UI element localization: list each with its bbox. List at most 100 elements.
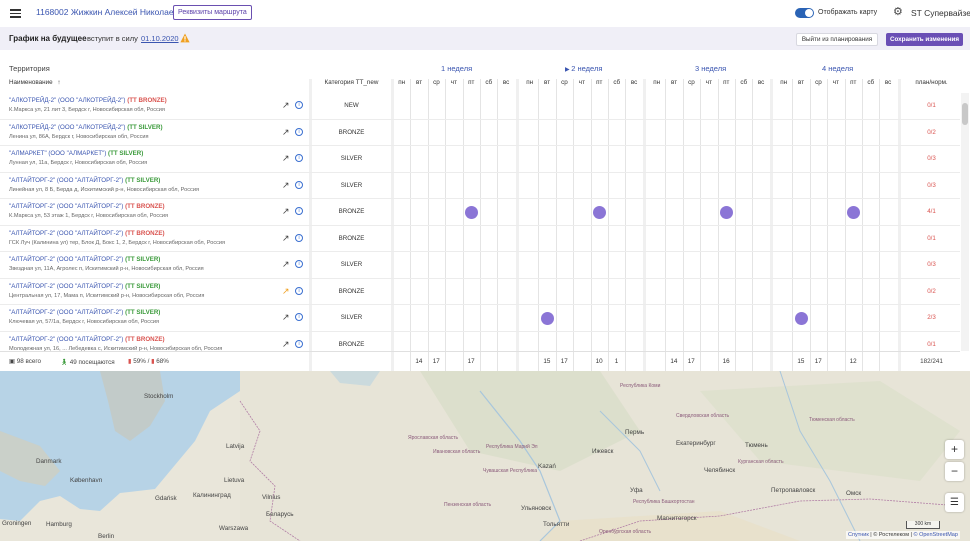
user-name[interactable]: 1168002 Жижкин Алексей Николаевич bbox=[36, 7, 187, 17]
info-icon[interactable]: i bbox=[295, 339, 303, 348]
name-column-header[interactable]: Наименование ↑ bbox=[9, 79, 61, 93]
outlet-name[interactable]: "АЛТАЙТОРГ-2" (ООО "АЛТАЙТОРГ-2") (ТТ SI… bbox=[9, 256, 160, 263]
map-panel[interactable]: Stockholm Latvija Danmark København Lietuva К… bbox=[0, 371, 970, 541]
outlet-tier-tag: (ТТ SILVER) bbox=[108, 150, 144, 157]
week-label-3[interactable]: 3 неделя bbox=[695, 64, 726, 73]
plan-cell: 0/2 bbox=[927, 287, 936, 295]
outlet-address: К.Маркса ул, 53 этаж 1, Бердск г, Новоси… bbox=[9, 213, 169, 219]
outlet-name[interactable]: "АЛТАЙТОРГ-2" (ООО "АЛТАЙТОРГ-2") (ТТ BR… bbox=[9, 230, 165, 237]
open-arrow-icon[interactable]: ↗ bbox=[282, 286, 290, 296]
info-icon[interactable]: i bbox=[295, 101, 303, 109]
total-label: 98 всего bbox=[16, 358, 42, 365]
grid-scrollbar[interactable] bbox=[961, 93, 969, 351]
info-icon[interactable]: i bbox=[295, 286, 303, 295]
category-cell[interactable]: SILVER bbox=[312, 155, 391, 162]
map-scale: 300 km bbox=[906, 521, 940, 529]
open-arrow-icon[interactable]: ↗ bbox=[282, 313, 290, 322]
outlet-name[interactable]: "АЛТАЙТОРГ-2" (ООО "АЛТАЙТОРГ-2") (ТТ BR… bbox=[9, 336, 165, 343]
save-changes-button[interactable]: Сохранить изменения bbox=[886, 33, 963, 46]
attribution-sputnik[interactable]: Спутник bbox=[848, 532, 869, 538]
plan-cell: 0/1 bbox=[927, 340, 936, 348]
open-arrow-icon[interactable]: ↗ bbox=[282, 101, 290, 110]
category-cell[interactable]: SILVER bbox=[312, 182, 391, 189]
map-city-label: Lietuva bbox=[224, 477, 245, 484]
table-row[interactable]: "АЛМАРКЕТ" (ООО "АЛМАРКЕТ") (ТТ SILVER) Л… bbox=[0, 146, 960, 173]
info-icon[interactable]: i bbox=[295, 313, 303, 321]
table-row[interactable]: "АЛТАЙТОРГ-2" (ООО "АЛТАЙТОРГ-2") (ТТ BR… bbox=[0, 199, 960, 226]
outlet-name[interactable]: "АЛТАЙТОРГ-2" (ООО "АЛТАЙТОРГ-2") (ТТ SI… bbox=[9, 309, 160, 316]
outlet-name[interactable]: "АЛКОТРЕЙД-2" (ООО "АЛКОТРЕЙД-2") (ТТ SI… bbox=[9, 124, 163, 131]
table-row[interactable]: "АЛКОТРЕЙД-2" (ООО "АЛКОТРЕЙД-2") (ТТ SI… bbox=[0, 120, 960, 146]
open-arrow-icon[interactable]: ↗ bbox=[282, 260, 290, 269]
open-arrow-icon[interactable]: ↗ bbox=[282, 339, 290, 349]
category-cell[interactable]: BRONZE bbox=[312, 208, 391, 215]
day-header: пн bbox=[653, 79, 661, 86]
gear-icon[interactable]: ⚙ bbox=[893, 7, 903, 18]
outlet-name[interactable]: "АЛТАЙТОРГ-2" (ООО "АЛТАЙТОРГ-2") (ТТ SI… bbox=[9, 283, 160, 290]
attribution-osm[interactable]: © OpenStreetMap bbox=[913, 532, 957, 538]
visit-dot[interactable] bbox=[719, 206, 733, 219]
table-row[interactable]: "АЛКОТРЕЙД-2" (ООО "АЛКОТРЕЙД-2") (ТТ BR… bbox=[0, 93, 960, 120]
plan-cell: 2/3 bbox=[927, 314, 936, 321]
category-cell[interactable]: BRONZE bbox=[312, 129, 391, 136]
map-city-label: Vilnius bbox=[262, 494, 281, 501]
outlet-name[interactable]: "АЛТАЙТОРГ-2" (ООО "АЛТАЙТОРГ-2") (ТТ SI… bbox=[9, 177, 160, 184]
info-icon[interactable]: i bbox=[295, 233, 303, 242]
visit-dot[interactable] bbox=[846, 206, 860, 219]
visit-dot[interactable] bbox=[540, 312, 554, 325]
category-cell[interactable]: SILVER bbox=[312, 261, 391, 268]
map-region-label: Республика Башкортостан bbox=[633, 499, 695, 505]
plan-cell: 0/3 bbox=[927, 261, 936, 268]
visited-count: 🚶︎ 49 посещаются bbox=[60, 358, 115, 366]
open-arrow-icon[interactable]: ↗ bbox=[282, 180, 290, 190]
table-row[interactable]: "АЛТАЙТОРГ-2" (ООО "АЛТАЙТОРГ-2") (ТТ BR… bbox=[0, 226, 960, 252]
info-icon[interactable]: i bbox=[295, 180, 303, 189]
table-row[interactable]: "АЛТАЙТОРГ-2" (ООО "АЛТАЙТОРГ-2") (ТТ SI… bbox=[0, 173, 960, 199]
map-city-label: Danmark bbox=[36, 458, 62, 465]
category-cell[interactable]: SILVER bbox=[312, 314, 391, 321]
user-role[interactable]: ST Супервайзер bbox=[911, 8, 970, 18]
route-details-button[interactable]: Реквизиты маршрута bbox=[173, 5, 252, 20]
week-label-4[interactable]: 4 неделя bbox=[822, 64, 853, 73]
day-header: сб bbox=[485, 79, 493, 86]
info-icon[interactable]: i bbox=[295, 154, 303, 162]
outlet-name[interactable]: "АЛКОТРЕЙД-2" (ООО "АЛКОТРЕЙД-2") (ТТ BR… bbox=[9, 97, 167, 104]
open-arrow-icon[interactable]: ↗ bbox=[282, 127, 290, 137]
map-city-label: Пермь bbox=[625, 429, 645, 436]
open-arrow-icon[interactable]: ↗ bbox=[282, 207, 290, 216]
day-header: пт bbox=[468, 79, 475, 86]
outlet-name[interactable]: "АЛМАРКЕТ" (ООО "АЛМАРКЕТ") (ТТ SILVER) bbox=[9, 150, 143, 157]
coverage-percent: ▮ 59% / ▮ 68% bbox=[128, 358, 169, 365]
category-cell[interactable]: BRONZE bbox=[312, 288, 391, 295]
week-label-2[interactable]: ▶ 2 неделя bbox=[565, 64, 602, 73]
layers-button[interactable]: ☰ bbox=[945, 493, 964, 512]
category-cell[interactable]: BRONZE bbox=[312, 341, 391, 348]
table-row[interactable]: "АЛТАЙТОРГ-2" (ООО "АЛТАЙТОРГ-2") (ТТ SI… bbox=[0, 252, 960, 279]
info-icon[interactable]: i bbox=[295, 207, 303, 215]
map-city-label: Ульяновск bbox=[521, 505, 552, 512]
visit-dot[interactable] bbox=[794, 312, 808, 325]
table-row[interactable]: "АЛТАЙТОРГ-2" (ООО "АЛТАЙТОРГ-2") (ТТ BR… bbox=[0, 332, 960, 352]
visit-dot[interactable] bbox=[592, 206, 606, 219]
menu-icon[interactable] bbox=[10, 9, 21, 18]
category-cell[interactable]: NEW bbox=[312, 102, 391, 109]
table-row[interactable]: "АЛТАЙТОРГ-2" (ООО "АЛТАЙТОРГ-2") (ТТ SI… bbox=[0, 279, 960, 305]
week-label-1[interactable]: 1 неделя bbox=[441, 64, 472, 73]
table-row[interactable]: "АЛТАЙТОРГ-2" (ООО "АЛТАЙТОРГ-2") (ТТ SI… bbox=[0, 305, 960, 332]
category-cell[interactable]: BRONZE bbox=[312, 235, 391, 242]
visit-dot[interactable] bbox=[464, 206, 478, 219]
exit-planning-button[interactable]: Выйти из планирования bbox=[796, 33, 878, 46]
outlet-tier-tag: (ТТ SILVER) bbox=[125, 176, 161, 184]
zoom-out-button[interactable]: − bbox=[945, 462, 964, 481]
open-arrow-icon[interactable]: ↗ bbox=[282, 154, 290, 163]
info-icon[interactable]: i bbox=[295, 127, 303, 136]
info-icon[interactable]: i bbox=[295, 260, 303, 268]
zoom-in-button[interactable]: + bbox=[945, 440, 964, 459]
effective-date[interactable]: 01.10.2020 bbox=[141, 34, 179, 43]
show-map-toggle[interactable] bbox=[795, 8, 814, 18]
map-city-label: Магнитогорск bbox=[657, 515, 697, 522]
open-arrow-icon[interactable]: ↗ bbox=[282, 233, 290, 243]
sort-up-icon[interactable]: ↑ bbox=[57, 79, 60, 86]
outlet-name[interactable]: "АЛТАЙТОРГ-2" (ООО "АЛТАЙТОРГ-2") (ТТ BR… bbox=[9, 203, 165, 210]
day-total: 17 bbox=[432, 358, 440, 365]
